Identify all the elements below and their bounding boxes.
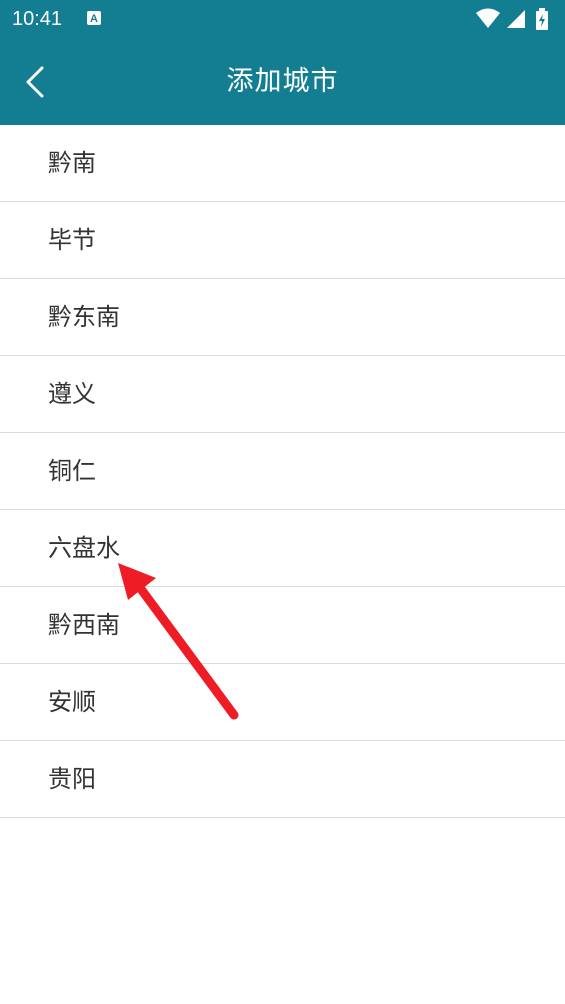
- city-label: 安顺: [48, 688, 96, 716]
- list-item-anshun[interactable]: 安顺: [0, 664, 565, 741]
- status-icons: [475, 8, 555, 30]
- wifi-icon: [476, 8, 500, 28]
- city-label: 黔南: [48, 149, 96, 177]
- status-time: 10:41: [12, 8, 63, 30]
- status-bar: 10:41 A: [0, 0, 565, 38]
- list-item-guiyang[interactable]: 贵阳: [0, 741, 565, 818]
- list-item-zunyi[interactable]: 遵义: [0, 356, 565, 433]
- city-label: 毕节: [48, 226, 96, 254]
- page-title: 添加城市: [226, 66, 339, 97]
- city-label: 铜仁: [48, 457, 96, 485]
- city-label: 黔西南: [48, 611, 120, 639]
- back-button[interactable]: [20, 60, 56, 104]
- app-bar: 添加城市: [0, 38, 565, 125]
- list-item-qianxinan[interactable]: 黔西南: [0, 587, 565, 664]
- svg-text:A: A: [90, 13, 98, 25]
- list-item-bijie[interactable]: 毕节: [0, 202, 565, 279]
- a-icon: A: [87, 11, 101, 25]
- list-item-tongren[interactable]: 铜仁: [0, 433, 565, 510]
- list-item-qiannan[interactable]: 黔南: [0, 125, 565, 202]
- signal-icon: [507, 10, 525, 28]
- city-label: 遵义: [48, 380, 96, 408]
- city-label: 黔东南: [48, 303, 120, 331]
- city-label: 六盘水: [48, 534, 120, 562]
- list-item-liupanshui[interactable]: 六盘水: [0, 510, 565, 587]
- chevron-left-icon: [26, 66, 44, 98]
- list-item-qiandongnan[interactable]: 黔东南: [0, 279, 565, 356]
- city-list: 黔南 毕节 黔东南 遵义 铜仁 六盘水 黔西南 安顺 贵阳: [0, 125, 565, 818]
- city-label: 贵阳: [48, 765, 96, 793]
- battery-icon: [536, 8, 548, 30]
